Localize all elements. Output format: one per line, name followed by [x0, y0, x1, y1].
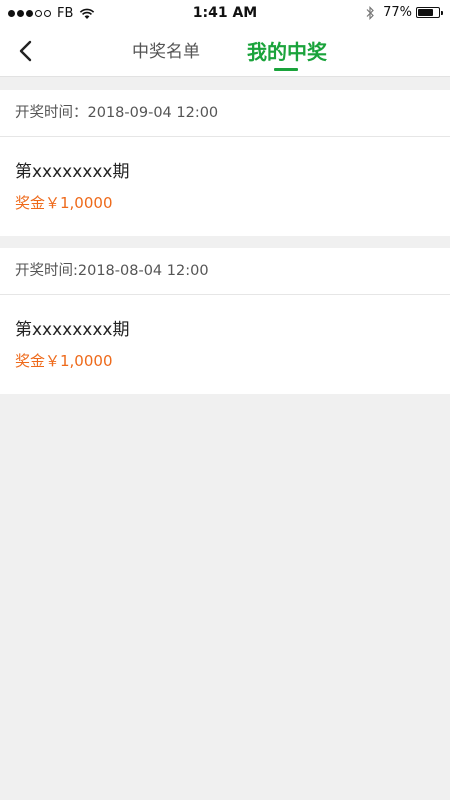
- nav-bar: 中奖名单 我的中奖: [0, 28, 450, 77]
- status-bar: FB 1:41 AM 77%: [0, 0, 450, 28]
- tab-winners-list[interactable]: 中奖名单: [118, 28, 214, 76]
- win-record-card[interactable]: 开奖时间:2018-08-04 12:00 第xxxxxxxx期 奖金￥1,00…: [0, 248, 450, 394]
- battery-percent: 77%: [383, 5, 412, 20]
- prize-amount: 奖金￥1,0000: [15, 352, 113, 370]
- active-tab-indicator: [274, 68, 298, 71]
- prize-amount: 奖金￥1,0000: [15, 194, 113, 212]
- screen: FB 1:41 AM 77% 中奖名单 我的中奖 开奖时间：2018-09-04…: [0, 0, 450, 800]
- win-record-card[interactable]: 开奖时间：2018-09-04 12:00 第xxxxxxxx期 奖金￥1,00…: [0, 90, 450, 236]
- chevron-left-icon[interactable]: [14, 38, 40, 64]
- period-number: 第xxxxxxxx期: [15, 162, 130, 182]
- period-number: 第xxxxxxxx期: [15, 320, 130, 340]
- battery-level-fill: [418, 9, 433, 16]
- battery-icon: [416, 7, 443, 18]
- draw-time-label: 开奖时间:2018-08-04 12:00: [0, 248, 450, 295]
- draw-time-label: 开奖时间：2018-09-04 12:00: [0, 90, 450, 137]
- bluetooth-icon: [366, 5, 374, 20]
- status-right: 77%: [365, 5, 443, 20]
